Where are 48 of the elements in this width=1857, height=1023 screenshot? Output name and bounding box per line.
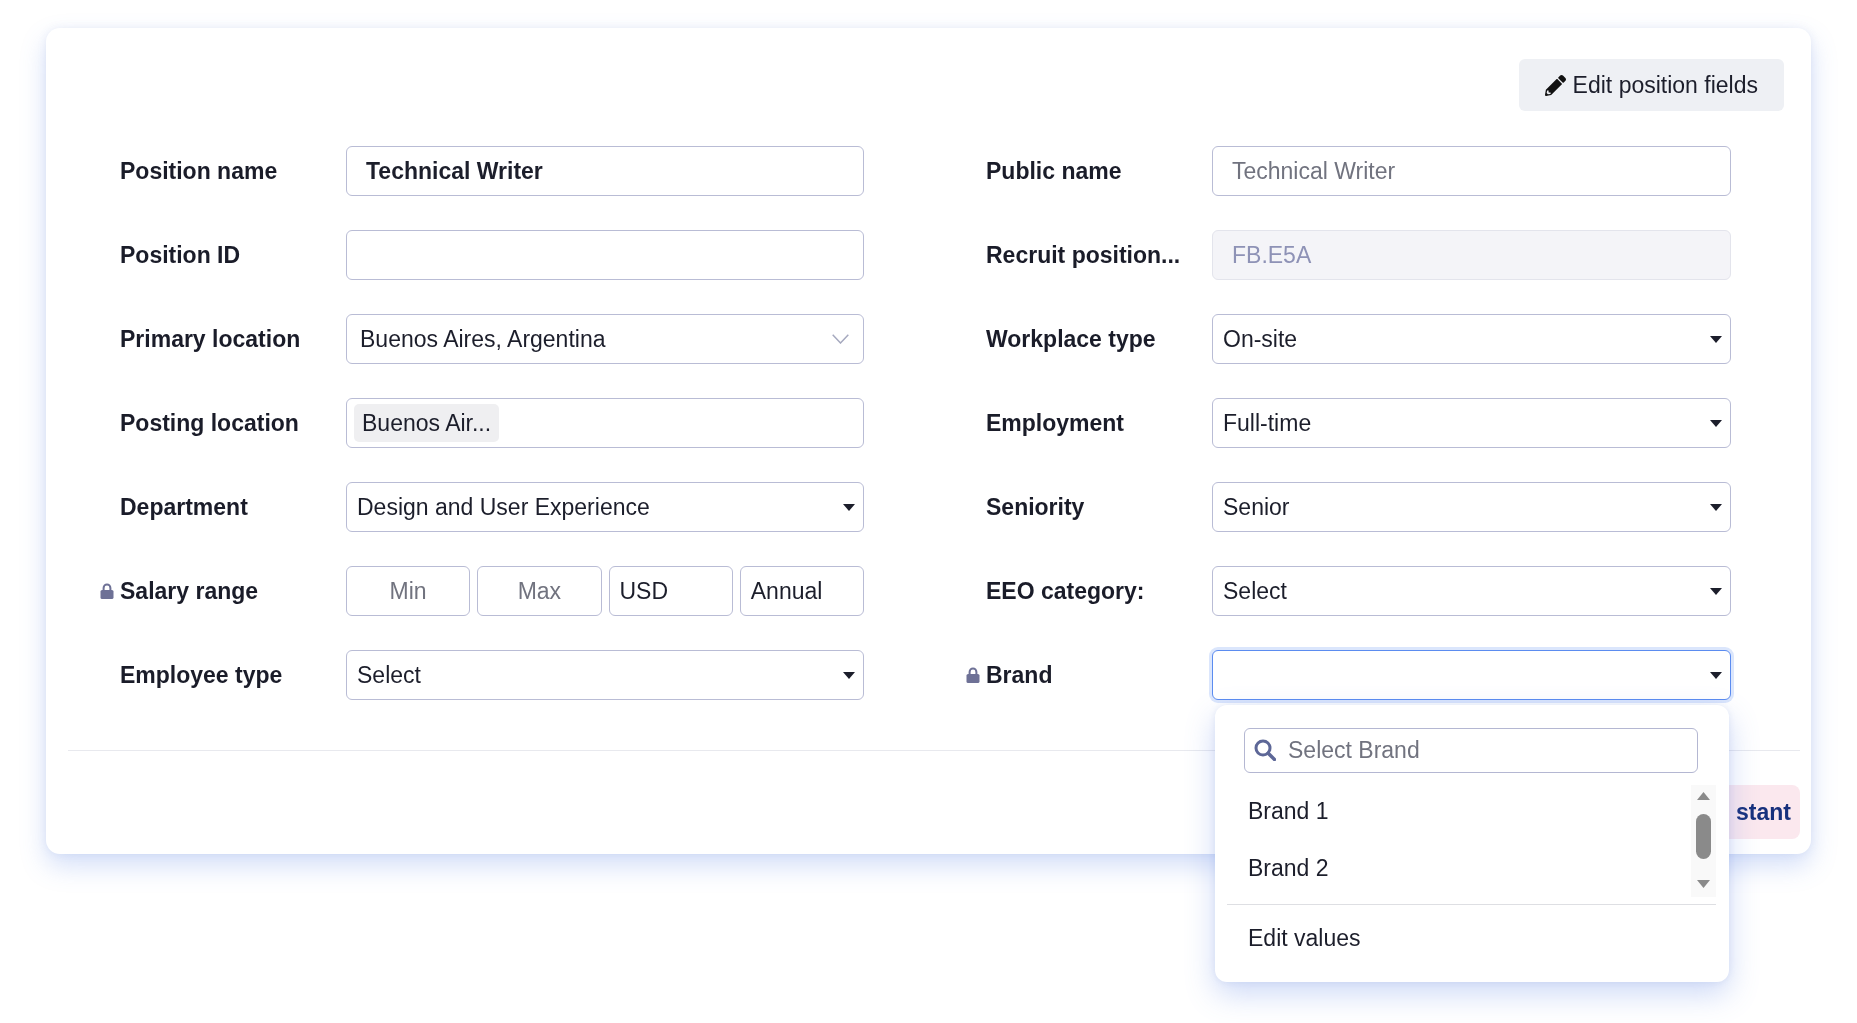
number-input[interactable]: Min: [346, 566, 471, 616]
menu-option[interactable]: Brand 1: [1215, 783, 1691, 840]
field-label: Primary location: [120, 325, 301, 353]
field-label: Position ID: [120, 241, 241, 269]
caret-down-icon: [1710, 335, 1722, 343]
field-label: Workplace type: [986, 325, 1156, 353]
footer-button[interactable]: stant: [1729, 785, 1800, 839]
field-label: Posting location: [120, 409, 299, 437]
field-label: Salary range: [120, 577, 259, 605]
select-field[interactable]: Senior: [1212, 482, 1731, 532]
search-icon: [1254, 739, 1276, 761]
scrollbar[interactable]: [1691, 785, 1716, 897]
field-label: Public name: [986, 157, 1122, 185]
caret-down-icon: [843, 671, 855, 679]
unit-field[interactable]: Annual: [739, 566, 864, 616]
tag-chip[interactable]: Buenos Air...: [354, 404, 500, 442]
caret-down-icon: [1710, 671, 1722, 679]
field-label: Employment: [986, 409, 1125, 437]
select-field[interactable]: Select: [346, 650, 864, 700]
field-label: EEO category:: [986, 577, 1145, 605]
tag-field[interactable]: Buenos Air...: [346, 398, 864, 448]
caret-down-icon: [1710, 587, 1722, 595]
menu-action[interactable]: Edit values: [1215, 905, 1729, 971]
text-input[interactable]: Technical Writer: [1212, 146, 1731, 196]
text-input[interactable]: Technical Writer: [346, 146, 864, 196]
select-field[interactable]: [1212, 650, 1731, 700]
edit-fields-button[interactable]: Edit position fields: [1518, 59, 1784, 111]
select-field[interactable]: Full-time: [1212, 398, 1731, 448]
caret-down-icon: [1710, 503, 1722, 511]
field-label: Employee type: [120, 661, 283, 689]
field-label: Department: [120, 493, 248, 521]
text-input[interactable]: [346, 230, 864, 280]
pencil-icon: [1544, 74, 1566, 96]
search-input[interactable]: Select Brand: [1244, 728, 1698, 773]
combobox-field[interactable]: Buenos Aires, Argentina: [346, 314, 864, 364]
menu-option[interactable]: Brand 2: [1215, 840, 1691, 897]
select-field[interactable]: On-site: [1212, 314, 1731, 364]
field-label: Seniority: [986, 493, 1085, 521]
field-label: Brand: [986, 661, 1053, 689]
chevron-down-icon: [832, 334, 849, 344]
field-label: Recruit position...: [986, 241, 1181, 269]
field-label: Position name: [120, 157, 278, 185]
unit-field[interactable]: USD: [608, 566, 733, 616]
caret-down-icon: [843, 503, 855, 511]
number-input[interactable]: Max: [477, 566, 602, 616]
caret-down-icon: [1710, 419, 1722, 427]
select-field[interactable]: Design and User Experience: [346, 482, 864, 532]
select-field[interactable]: Select: [1212, 566, 1731, 616]
